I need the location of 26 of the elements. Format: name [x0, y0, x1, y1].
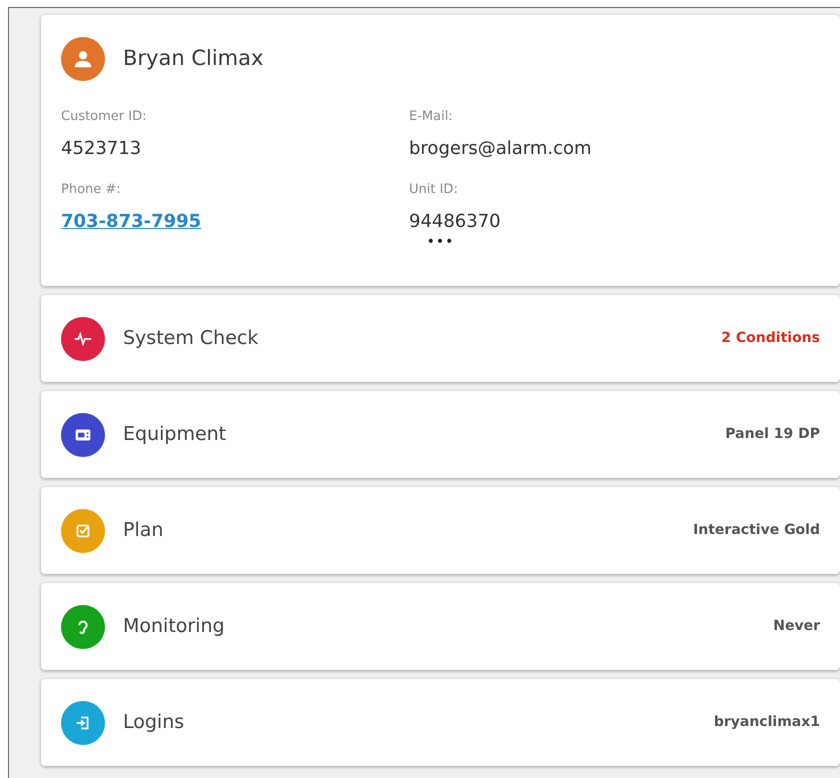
- avatar-icon: [61, 37, 105, 81]
- section-value: Interactive Gold: [693, 521, 820, 540]
- field-value: 4523713: [61, 137, 142, 161]
- customer-name: Bryan Climax: [123, 45, 264, 72]
- field-value: brogers@alarm.com: [409, 137, 592, 161]
- more-button[interactable]: •••: [424, 235, 456, 249]
- section-title: Monitoring: [123, 614, 225, 640]
- field-value: 94486370: [409, 210, 501, 234]
- section-value: Never: [773, 617, 820, 636]
- field-label: Customer ID:: [61, 108, 147, 126]
- section-value: bryanclimax1: [714, 713, 820, 732]
- section-value: Panel 19 DP: [725, 425, 820, 444]
- field-label: Phone #:: [61, 181, 121, 199]
- field-label: E-Mail:: [409, 108, 453, 126]
- section-row[interactable]: Plan Interactive Gold: [41, 487, 840, 574]
- section-title: Plan: [123, 518, 164, 544]
- section-row[interactable]: Logins bryanclimax1: [41, 679, 840, 766]
- section-row[interactable]: Equipment Panel 19 DP: [41, 391, 840, 478]
- section-title: System Check: [123, 326, 258, 352]
- section-row[interactable]: System Check 2 Conditions: [41, 295, 840, 382]
- section-value: 2 Conditions: [721, 329, 820, 348]
- section-title: Logins: [123, 710, 184, 736]
- field-label: Unit ID:: [409, 181, 458, 199]
- section-title: Equipment: [123, 422, 226, 448]
- phone-link[interactable]: 703-873-7995: [61, 208, 202, 235]
- section-row[interactable]: Monitoring Never: [41, 583, 840, 670]
